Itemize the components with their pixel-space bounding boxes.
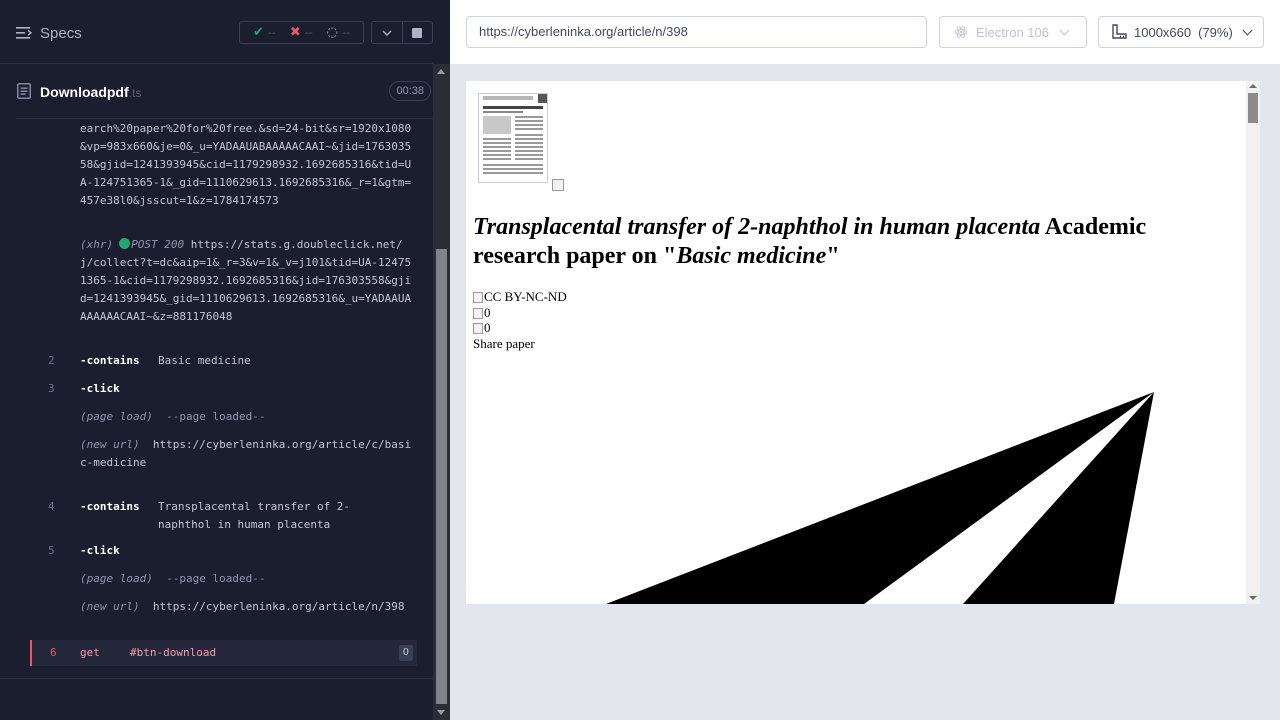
spec-duration: 00:38 (389, 81, 431, 101)
aut-url-bar[interactable]: https://cyberleninka.org/article/n/398 (466, 16, 927, 48)
viewport-size: 1000x660 (1134, 24, 1192, 40)
scroll-up-icon[interactable] (1249, 84, 1257, 88)
passed-stat: ✔ -- (252, 25, 276, 40)
menu-icon (16, 27, 32, 39)
expand-button[interactable] (372, 22, 402, 43)
aut-scrollbar[interactable] (1246, 81, 1260, 604)
viewport-selector[interactable]: 1000x660 (79%) (1098, 16, 1264, 48)
scroll-down-icon[interactable] (437, 710, 445, 715)
x-icon: ✖ (289, 25, 301, 40)
scroll-up-icon[interactable] (437, 69, 445, 74)
scrollbar-thumb[interactable] (1248, 93, 1258, 123)
decorative-shape (606, 392, 1154, 604)
paper-preview-image (479, 94, 547, 174)
page-load-entry[interactable]: (page load) --page loaded-- (80, 570, 415, 588)
xhr-entry[interactable]: (xhr) POST 200 https://stats.g.doubleclic… (80, 236, 415, 326)
status-dot-icon (119, 238, 131, 249)
pending-stat: ◌ -- (326, 25, 350, 40)
viewport-scale: (79%) (1198, 24, 1233, 40)
reporter-divider (0, 678, 433, 679)
reporter-header: Specs ✔ -- ✖ -- ◌ -- (0, 0, 433, 64)
command-row[interactable]: 2 -contains Basic medicine (30, 352, 417, 370)
spec-file-header: Downloadpdf.ts 00:38 (16, 65, 433, 119)
test-stats: ✔ -- ✖ -- ◌ -- (239, 21, 364, 44)
article-title: Transplacental transfer of 2-naphthol in… (473, 214, 1147, 269)
spinner-icon: ◌ (326, 25, 339, 40)
views-counter-image: 0 (473, 305, 491, 321)
broken-image-icon (473, 307, 483, 319)
chevron-down-icon (382, 30, 392, 36)
aut-header: https://cyberleninka.org/article/n/398 E… (450, 0, 1280, 64)
command-row[interactable]: 4 -contains Transplacental transfer of 2… (30, 498, 417, 534)
run-controls (371, 21, 433, 44)
failed-stat: ✖ -- (289, 25, 313, 40)
ruler-icon (1112, 24, 1127, 39)
command-log: earch%20paper%20for%20free.&sd=24-bit&sr… (30, 120, 417, 668)
specs-label: Specs (40, 24, 82, 42)
reporter-scrollbar[interactable] (433, 64, 450, 720)
aut-page: Transplacental transfer of 2-naphthol in… (466, 81, 1246, 604)
document-icon (17, 83, 31, 99)
check-icon: ✔ (252, 25, 264, 40)
broken-image-icon (473, 322, 483, 334)
element-count-badge: 0 (398, 645, 413, 661)
specs-toggle[interactable]: Specs (16, 22, 92, 44)
new-url-entry[interactable]: (new url) https://cyberleninka.org/artic… (80, 598, 415, 616)
browser-selector[interactable]: Electron 106 (939, 16, 1087, 48)
page-load-entry[interactable]: (page load) --page loaded-- (80, 408, 415, 426)
stop-button[interactable] (401, 22, 433, 43)
broken-image-icon (473, 291, 483, 303)
stop-icon (412, 27, 423, 38)
paper-thumbnail[interactable] (478, 93, 548, 183)
downloads-counter-image: 0 (473, 320, 491, 336)
spec-file-name[interactable]: Downloadpdf.ts (40, 84, 141, 100)
command-row[interactable]: 5 -click (30, 542, 417, 560)
xhr-url: https://stats.g.doubleclick.net/j/collec… (80, 238, 412, 323)
failed-command-row[interactable]: 6 get #btn-download 0 (30, 640, 417, 666)
license-image[interactable]: CC BY-NC-ND (473, 289, 567, 305)
scroll-down-icon[interactable] (1249, 596, 1257, 600)
scrollbar-thumb[interactable] (436, 249, 447, 704)
chevron-down-icon (1242, 25, 1253, 35)
share-paper-link[interactable]: Share paper (473, 336, 535, 352)
chevron-down-icon (1059, 25, 1070, 35)
reporter-panel: Specs ✔ -- ✖ -- ◌ -- Downloadpdf.ts 00:38 e… (0, 0, 450, 720)
electron-icon (954, 26, 968, 38)
new-url-entry[interactable]: (new url) https://cyberleninka.org/artic… (80, 436, 415, 472)
aut-iframe: Transplacental transfer of 2-naphthol in… (466, 81, 1260, 604)
browser-name: Electron 106 (976, 24, 1049, 40)
log-url-fragment: earch%20paper%20for%20free.&sd=24-bit&sr… (80, 122, 412, 207)
command-row[interactable]: 3 -click (30, 380, 417, 398)
broken-image-icon (552, 179, 564, 191)
